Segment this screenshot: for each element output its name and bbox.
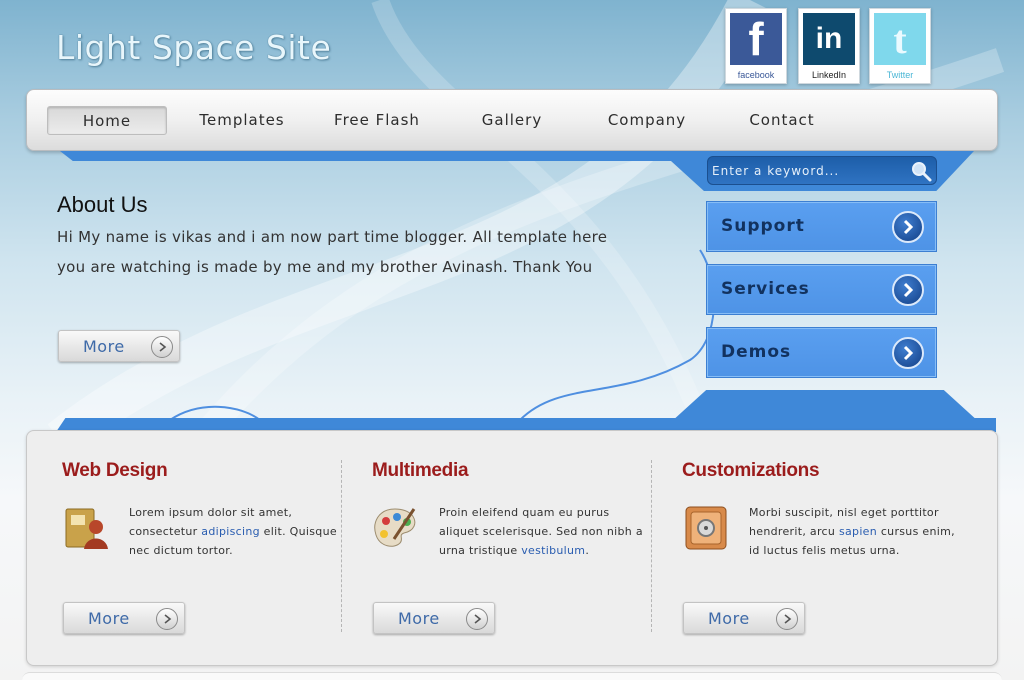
multimedia-text: Proin eleifend quam eu purus aliquet sce… — [439, 506, 643, 557]
demos-label: Demos — [721, 342, 792, 362]
customizations-text: Morbi suscipit, nisl eget porttitor hend… — [749, 506, 955, 557]
customizations-title: Customizations — [682, 460, 820, 481]
nav-free-flash[interactable]: Free Flash — [317, 106, 437, 135]
more-label: More — [398, 609, 440, 628]
chevron-right-icon — [892, 211, 924, 243]
demos-button[interactable]: Demos — [706, 327, 937, 378]
web-design-text: Lorem ipsum dolor sit amet, consectetur … — [129, 506, 337, 557]
twitter-caption: Twitter — [886, 70, 914, 80]
facebook-caption: facebook — [737, 70, 775, 80]
more-label: More — [708, 609, 750, 628]
search-icon[interactable] — [909, 159, 933, 183]
chevron-right-icon — [892, 274, 924, 306]
services-label: Services — [721, 279, 810, 299]
about-title: About Us — [57, 192, 148, 217]
multimedia-title: Multimedia — [372, 460, 469, 481]
facebook-icon: f — [730, 13, 782, 65]
twitter-icon: t — [874, 13, 926, 65]
web-design-title: Web Design — [62, 460, 168, 481]
safe-icon — [685, 506, 727, 550]
about-more-button[interactable]: More — [58, 330, 180, 362]
vestibulum-link[interactable]: vestibulum — [521, 544, 585, 557]
nav-home[interactable]: Home — [47, 106, 167, 135]
nav-contact[interactable]: Contact — [722, 106, 842, 135]
twitter-link[interactable]: t Twitter — [869, 8, 931, 84]
column-divider — [341, 460, 342, 632]
nav-templates[interactable]: Templates — [182, 106, 302, 135]
linkedin-link[interactable]: in LinkedIn — [798, 8, 860, 84]
support-label: Support — [721, 216, 805, 236]
contact-book-icon — [65, 508, 108, 549]
linkedin-icon: in — [803, 13, 855, 65]
arrow-right-icon — [776, 608, 798, 630]
paint-palette-icon — [374, 508, 416, 547]
blue-accent-strip — [60, 151, 700, 161]
customizations-more-button[interactable]: More — [683, 602, 805, 634]
footer-strip — [22, 672, 1002, 680]
adipiscing-link[interactable]: adipiscing — [201, 525, 260, 538]
main-navbar: Home Templates Free Flash Gallery Compan… — [26, 89, 998, 151]
nav-gallery[interactable]: Gallery — [452, 106, 572, 135]
column-divider — [651, 460, 652, 632]
sapien-link[interactable]: sapien — [839, 525, 877, 538]
arrow-right-icon — [466, 608, 488, 630]
more-label: More — [88, 609, 130, 628]
about-text: Hi My name is vikas and i am now part ti… — [57, 228, 608, 276]
search-input[interactable] — [712, 160, 906, 182]
web-design-more-button[interactable]: More — [63, 602, 185, 634]
site-title: Light Space Site — [56, 28, 332, 67]
multimedia-more-button[interactable]: More — [373, 602, 495, 634]
arrow-right-icon — [156, 608, 178, 630]
linkedin-caption: LinkedIn — [811, 70, 847, 80]
chevron-right-icon — [892, 337, 924, 369]
arrow-right-icon — [151, 336, 173, 358]
facebook-link[interactable]: f facebook — [725, 8, 787, 84]
services-button[interactable]: Services — [706, 264, 937, 315]
more-label: More — [83, 337, 125, 356]
support-button[interactable]: Support — [706, 201, 937, 252]
nav-company[interactable]: Company — [587, 106, 707, 135]
search-box — [707, 156, 937, 185]
